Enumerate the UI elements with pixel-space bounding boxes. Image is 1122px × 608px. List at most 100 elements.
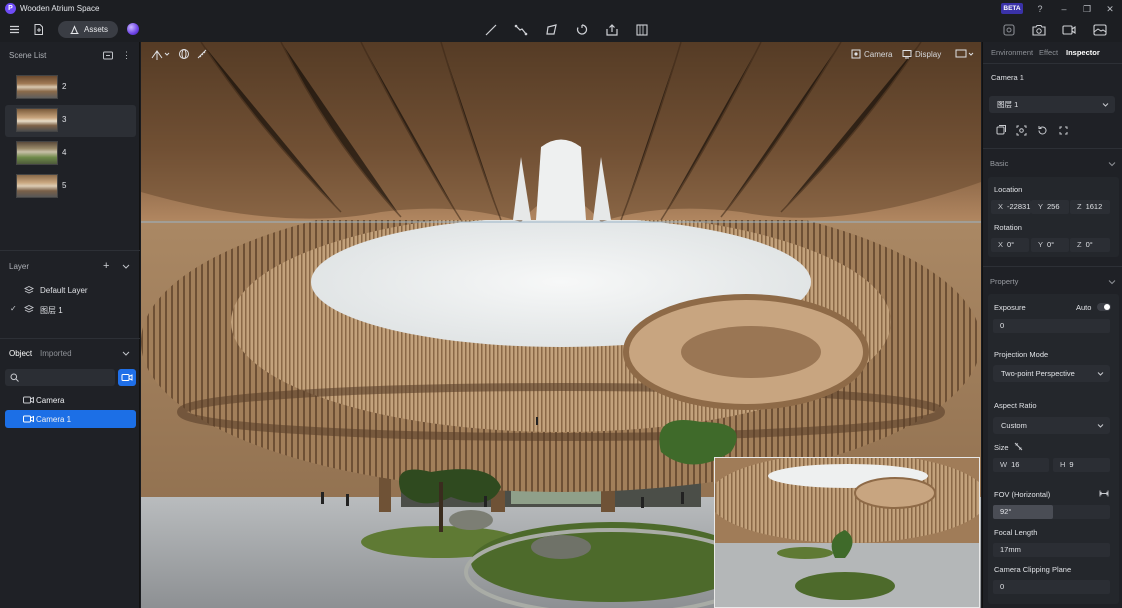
scene-thumbnail [16, 108, 58, 132]
scene-item[interactable]: 4 [5, 138, 136, 170]
exposure-field[interactable]: 0 [993, 319, 1110, 333]
size-width-field[interactable]: W 16 [993, 458, 1049, 472]
exposure-label: Exposure [994, 303, 1026, 312]
clipping-plane-field[interactable]: 0 [993, 580, 1110, 594]
camera-filter-button[interactable] [118, 369, 136, 386]
inspector-panel: Environment Effect Inspector Camera 1 图层… [982, 42, 1122, 608]
more-options-icon[interactable]: ⋮ [122, 50, 131, 60]
object-label: Camera [36, 396, 65, 405]
rotation-label: Rotation [994, 223, 1022, 232]
tab-imported[interactable]: Imported [40, 349, 72, 358]
rotation-y-value: 0° [1047, 240, 1055, 249]
location-z-value: 1612 [1085, 202, 1103, 211]
scene-label: 2 [62, 82, 67, 91]
focal-length-field[interactable]: 17mm [993, 543, 1110, 557]
hamburger-menu-icon[interactable] [8, 23, 21, 36]
collapse-basic-icon[interactable] [1108, 160, 1116, 168]
viewport-camera-button[interactable]: Camera [851, 46, 892, 62]
help-icon[interactable]: ? [1032, 2, 1048, 16]
auto-label: Auto [1076, 303, 1092, 312]
video-icon[interactable] [1060, 21, 1078, 39]
camera-icon [23, 415, 34, 423]
tab-object[interactable]: Object [9, 349, 32, 358]
app-logo: P [5, 3, 16, 14]
maximize-icon[interactable]: ❐ [1079, 2, 1095, 16]
layer-item[interactable]: ✓ 图层 1 [0, 300, 140, 318]
grid-tool-icon[interactable] [634, 22, 650, 38]
reset-icon[interactable] [1036, 124, 1049, 137]
import-file-icon[interactable] [32, 23, 45, 36]
screen-layout-icon[interactable] [954, 46, 976, 62]
scene-item[interactable]: 3 [5, 105, 136, 137]
filter-chevron-icon[interactable] [122, 349, 130, 357]
layer-select[interactable]: 图层 1 [989, 96, 1115, 113]
property-section-title: Property [990, 277, 1019, 286]
scene-thumbnail [16, 174, 58, 198]
chevron-down-icon [1102, 101, 1109, 108]
tab-effect[interactable]: Effect [1039, 48, 1058, 57]
fov-direction-icon[interactable] [1099, 489, 1109, 498]
minimize-icon[interactable]: – [1056, 2, 1072, 16]
fov-slider[interactable]: 92° [993, 505, 1110, 519]
tab-environment[interactable]: Environment [991, 48, 1033, 57]
projection-mode-select[interactable]: Two-point Perspective [993, 365, 1110, 382]
rotation-z-field[interactable]: Z 0° [1070, 238, 1110, 252]
rotation-x-field[interactable]: X 0° [991, 238, 1029, 252]
measure-icon[interactable] [196, 46, 208, 62]
chevron-down-icon [1097, 370, 1104, 377]
scene-label: 4 [62, 148, 67, 157]
add-scene-icon[interactable] [103, 51, 113, 60]
location-x-field[interactable]: X -22831 [991, 200, 1031, 214]
auto-exposure-toggle[interactable] [1097, 303, 1111, 311]
rotation-y-field[interactable]: Y 0° [1031, 238, 1069, 252]
check-icon: ✓ [10, 304, 17, 313]
aspect-ratio-select[interactable]: Custom [993, 417, 1110, 434]
location-label: Location [994, 185, 1023, 194]
screenshot-icon[interactable] [1030, 21, 1048, 39]
fullscreen-icon[interactable] [1057, 124, 1070, 137]
title-bar: P Wooden Atrium Space BETA ? – ❐ ✕ [0, 0, 1122, 18]
layers-icon [24, 285, 34, 295]
search-input[interactable] [23, 371, 111, 384]
focus-icon[interactable] [1015, 124, 1028, 137]
basic-section-title: Basic [990, 159, 1009, 168]
scene-item[interactable]: 2 [5, 72, 136, 104]
clipping-plane-label: Camera Clipping Plane [994, 565, 1072, 574]
unlink-icon[interactable] [1014, 442, 1023, 451]
vr-icon[interactable] [1000, 21, 1018, 39]
ai-orb-icon[interactable] [127, 23, 139, 35]
globe-icon[interactable] [178, 46, 190, 62]
object-search[interactable] [5, 369, 115, 386]
lasso-tool-icon[interactable] [574, 22, 590, 38]
move-tool-icon[interactable] [149, 46, 171, 62]
location-y-value: 256 [1047, 202, 1060, 211]
collapse-layer-icon[interactable] [122, 262, 130, 270]
location-y-field[interactable]: Y 256 [1031, 200, 1069, 214]
location-z-field[interactable]: Z 1612 [1070, 200, 1110, 214]
export-tool-icon[interactable] [604, 22, 620, 38]
3d-viewport[interactable]: Camera Display [141, 42, 981, 608]
camera-preview[interactable] [714, 457, 980, 608]
viewport-display-label: Display [915, 50, 942, 59]
tab-inspector[interactable]: Inspector [1066, 48, 1100, 57]
viewport-display-button[interactable]: Display [902, 46, 944, 62]
line-tool-icon[interactable] [483, 22, 499, 38]
add-layer-icon[interactable]: + [103, 261, 113, 272]
scene-item[interactable]: 5 [5, 171, 136, 203]
assets-button[interactable]: Assets [58, 21, 118, 38]
clipping-plane-value: 0 [1000, 582, 1005, 591]
polyline-tool-icon[interactable] [513, 22, 529, 38]
copy-icon[interactable] [994, 124, 1007, 137]
layer-select-value: 图层 1 [997, 100, 1019, 109]
object-label: Camera 1 [36, 415, 72, 424]
top-bar: P Wooden Atrium Space BETA ? – ❐ ✕ Asset… [0, 0, 1122, 42]
collapse-property-icon[interactable] [1108, 278, 1116, 286]
object-item[interactable]: Camera [5, 391, 136, 409]
size-height-field[interactable]: H9 [1053, 458, 1110, 472]
layer-item[interactable]: Default Layer [0, 281, 140, 299]
panorama-icon[interactable] [1091, 21, 1109, 39]
object-item[interactable]: Camera 1 [5, 410, 136, 428]
camera-icon [23, 396, 34, 404]
close-icon[interactable]: ✕ [1102, 2, 1118, 16]
polygon-tool-icon[interactable] [543, 22, 559, 38]
